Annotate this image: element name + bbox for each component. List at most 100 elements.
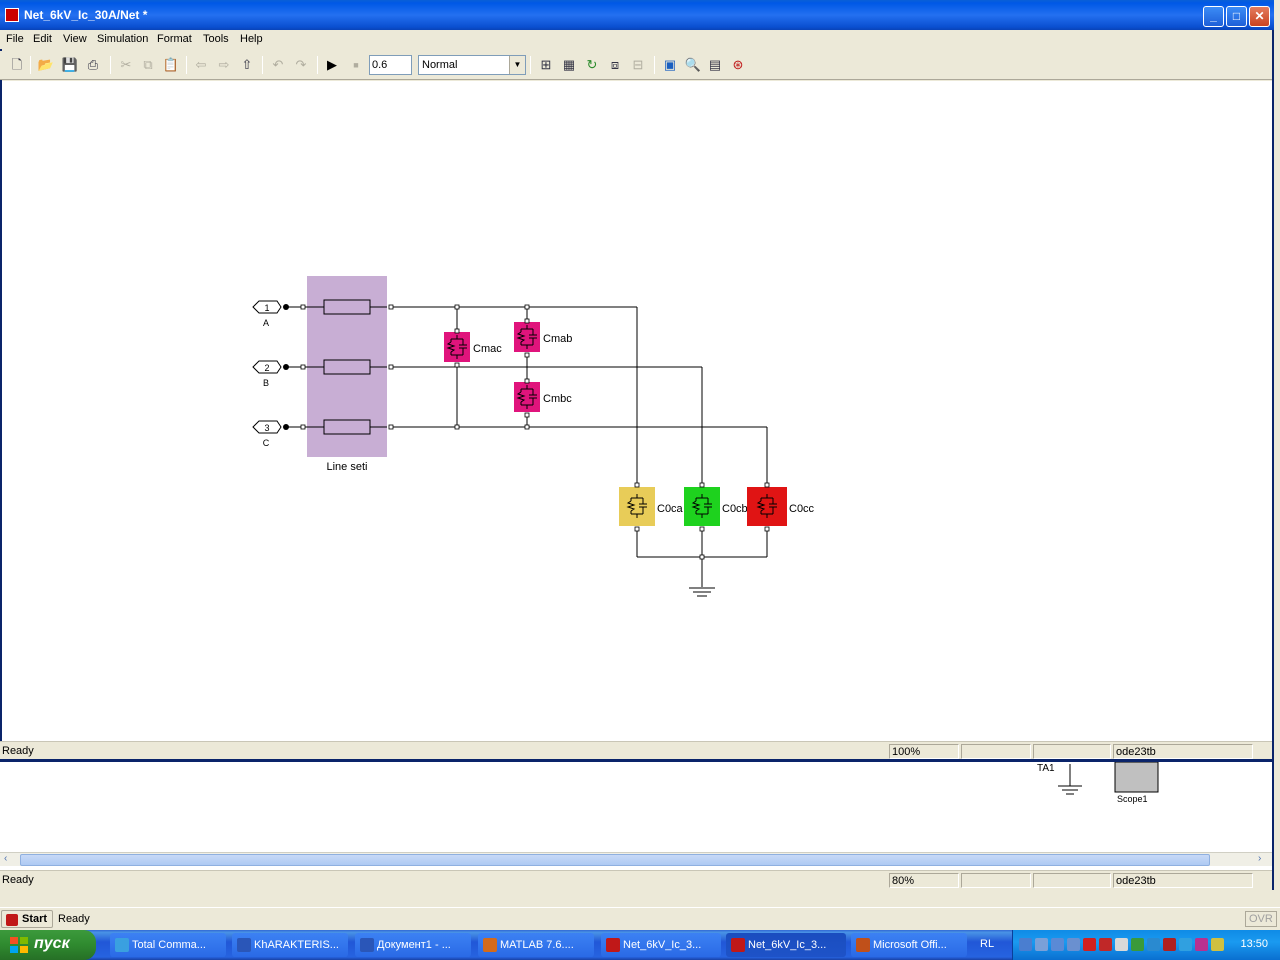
model-browser-icon[interactable]: ▤ <box>706 56 724 74</box>
minimize-button[interactable]: _ <box>1203 6 1224 27</box>
play-icon[interactable]: ▶ <box>323 56 341 74</box>
build-icon[interactable]: ⊞ <box>537 56 555 74</box>
cmbc-block[interactable]: Cmbc <box>514 378 572 418</box>
solver-cell: ode23tb <box>1113 744 1253 759</box>
task-word-document1[interactable]: Документ1 - ... <box>355 933 471 957</box>
port-2-label: B <box>263 378 269 388</box>
toolbar-separator <box>530 56 531 74</box>
task-net-model-1[interactable]: Net_6kV_Ic_3... <box>601 933 721 957</box>
task-word-kharakteris[interactable]: KhARAKTERIS... <box>232 933 348 957</box>
back-zoom-cell: 80% <box>889 873 959 888</box>
redo-icon[interactable]: ↷ <box>292 56 310 74</box>
windows-logo-icon <box>10 937 28 953</box>
back-arrow-icon[interactable]: ⇦ <box>192 56 210 74</box>
c0ca-block[interactable]: C0ca <box>619 482 684 532</box>
task-net-model-2[interactable]: Net_6kV_Ic_3... <box>726 933 846 957</box>
port-1[interactable]: 1 A <box>252 300 289 328</box>
debug-icon[interactable]: ⊟ <box>629 56 647 74</box>
start-button[interactable]: пуск <box>0 930 96 960</box>
debugger-icon[interactable]: ⊛ <box>729 56 747 74</box>
tray-app-icon[interactable] <box>1115 938 1128 951</box>
menu-file[interactable]: File <box>6 33 24 45</box>
horizontal-scrollbar[interactable]: ‹ › <box>0 852 1272 866</box>
model-explorer-icon[interactable]: 🔍 <box>684 56 702 74</box>
network-icon[interactable] <box>1035 938 1048 951</box>
close-button[interactable]: ✕ <box>1249 6 1270 27</box>
port-2[interactable]: 2 B <box>252 360 289 388</box>
forward-arrow-icon[interactable]: ⇨ <box>215 56 233 74</box>
tray-app-icon[interactable] <box>1211 938 1224 951</box>
back-cell-3 <box>1033 873 1111 888</box>
total-commander-icon <box>115 938 129 952</box>
clock: 13:50 <box>1240 938 1268 950</box>
model-canvas[interactable]: 1 A 2 B 3 C Line seti Cmac Cmab Cmbc C0c… <box>2 81 1272 741</box>
refresh-icon[interactable]: ↻ <box>583 56 601 74</box>
task-matlab[interactable]: MATLAB 7.6.... <box>478 933 594 957</box>
copy-icon[interactable]: ⧉ <box>139 56 157 74</box>
stop-icon[interactable]: ■ <box>347 56 365 74</box>
paste-icon[interactable]: 📋 <box>162 56 180 74</box>
task-microsoft-office[interactable]: Microsoft Offi... <box>851 933 967 957</box>
undo-icon[interactable]: ↶ <box>269 56 287 74</box>
shield-icon[interactable] <box>1099 938 1112 951</box>
port-3[interactable]: 3 C <box>252 420 289 448</box>
language-indicator[interactable]: RL <box>980 938 994 950</box>
scope1-block[interactable] <box>1114 761 1159 793</box>
new-file-icon[interactable]: 🗋 <box>8 56 26 74</box>
cmac-label: Cmac <box>473 343 502 355</box>
solver-name: ode23tb <box>1116 746 1156 758</box>
print-icon[interactable]: ⎙ <box>84 56 102 74</box>
task-label: Net_6kV_Ic_3... <box>623 939 702 951</box>
cmab-block[interactable]: Cmab <box>514 318 572 358</box>
maximize-button[interactable]: □ <box>1226 6 1247 27</box>
task-label: Total Comma... <box>132 939 206 951</box>
update-diagram-icon[interactable]: ▦ <box>560 56 578 74</box>
simulink-app-icon <box>5 8 19 22</box>
network-icon[interactable] <box>1067 938 1080 951</box>
tray-app-icon[interactable] <box>1163 938 1176 951</box>
network-icon[interactable] <box>1019 938 1032 951</box>
simulation-mode-select[interactable]: Normal ▼ <box>418 55 526 75</box>
library-browser-icon[interactable]: ▣ <box>661 56 679 74</box>
start-rtw-button[interactable]: Start <box>1 910 53 928</box>
tray-app-icon[interactable] <box>1147 938 1160 951</box>
build-subsystem-icon[interactable]: ⧈ <box>606 56 624 74</box>
menu-edit[interactable]: Edit <box>33 33 52 45</box>
scroll-left-icon[interactable]: ‹ <box>4 853 7 864</box>
menu-format[interactable]: Format <box>157 33 192 45</box>
window-title: Net_6kV_Ic_30A/Net * <box>24 8 148 22</box>
task-total-commander[interactable]: Total Comma... <box>110 933 226 957</box>
menu-view[interactable]: View <box>63 33 87 45</box>
menu-tools[interactable]: Tools <box>203 33 229 45</box>
save-icon[interactable]: 💾 <box>61 56 79 74</box>
toolbar-separator <box>654 56 655 74</box>
menu-simulation[interactable]: Simulation <box>97 33 148 45</box>
menu-bar: File Edit View Simulation Format Tools H… <box>0 30 1272 49</box>
port-1-label: A <box>263 318 269 328</box>
ovr-indicator: OVR <box>1245 911 1277 927</box>
task-label: Microsoft Offi... <box>873 939 947 951</box>
chevron-down-icon[interactable]: ▼ <box>509 56 525 74</box>
toolbar-separator <box>186 56 187 74</box>
menu-help[interactable]: Help <box>240 33 263 45</box>
open-folder-icon[interactable]: 📂 <box>37 56 55 74</box>
stop-time-input[interactable]: 0.6 <box>369 55 412 75</box>
back-solver-cell: ode23tb <box>1113 873 1253 888</box>
tray-app-icon[interactable] <box>1131 938 1144 951</box>
network-icon[interactable] <box>1051 938 1064 951</box>
task-label: Документ1 - ... <box>377 939 451 951</box>
line-seti-block[interactable]: Line seti <box>300 276 394 473</box>
c0cc-block[interactable]: C0cc <box>747 482 815 532</box>
scroll-right-icon[interactable]: › <box>1258 853 1261 864</box>
simulation-mode-value: Normal <box>422 59 458 71</box>
cmac-block[interactable]: Cmac <box>444 328 502 368</box>
title-bar[interactable]: Net_6kV_Ic_30A/Net * _ □ ✕ <box>0 0 1274 30</box>
word-icon <box>360 938 374 952</box>
tray-app-icon[interactable] <box>1195 938 1208 951</box>
cut-icon[interactable]: ✂ <box>117 56 135 74</box>
antivirus-icon[interactable] <box>1083 938 1096 951</box>
scroll-thumb[interactable] <box>20 854 1210 866</box>
c0cb-block[interactable]: C0cb <box>684 482 748 532</box>
up-arrow-icon[interactable]: ⇧ <box>238 56 256 74</box>
tray-app-icon[interactable] <box>1179 938 1192 951</box>
